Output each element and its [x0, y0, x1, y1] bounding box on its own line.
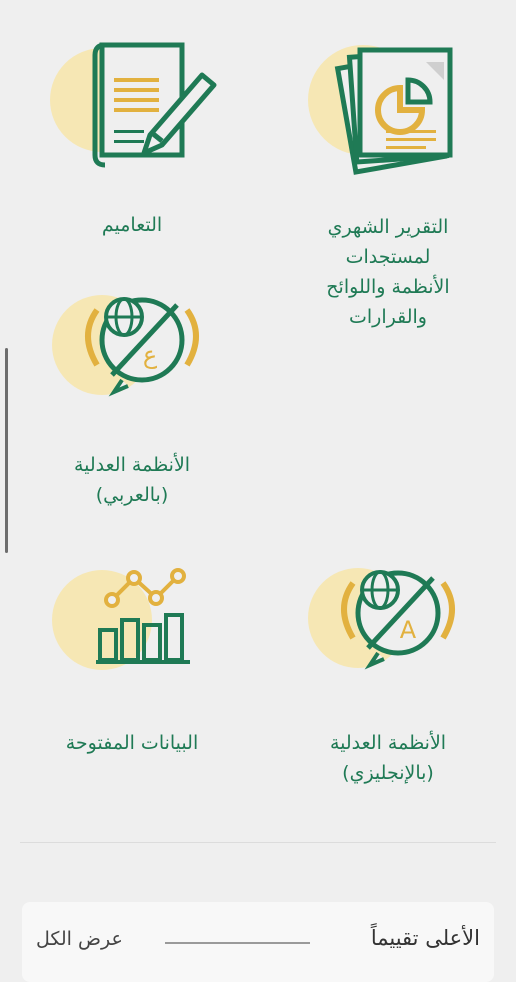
tile-label: الأنظمة العدلية (بالإنجليزي): [329, 732, 447, 784]
globe-translate-english-icon: A: [308, 568, 455, 670]
tile-label: التعاميم: [101, 214, 163, 236]
divider: [20, 842, 496, 843]
section-title: الأعلى تقييماً: [370, 926, 480, 950]
arabic-letter-glyph: ع: [143, 341, 158, 369]
tile-label: التقرير الشهري لمستجدات الأنظمة واللوائح…: [326, 216, 450, 328]
document-pen-icon: [50, 42, 217, 168]
report-pie-icon: [308, 45, 453, 175]
view-all-link[interactable]: عرض الكل: [36, 928, 123, 950]
tile-judicial-arabic[interactable]: ع الأنظمة العدلية (بالعربي): [12, 270, 252, 530]
scrollbar[interactable]: [5, 348, 8, 553]
section-divider: [165, 942, 310, 944]
tile-circulars[interactable]: التعاميم: [12, 0, 252, 260]
bar-chart-icon: [52, 568, 190, 670]
tile-label: الأنظمة العدلية (بالعربي): [73, 454, 191, 506]
tile-open-data[interactable]: البيانات المفتوحة: [12, 540, 252, 770]
tile-judicial-english[interactable]: A الأنظمة العدلية (بالإنجليزي): [268, 540, 508, 810]
globe-translate-arabic-icon: ع: [52, 295, 199, 397]
tile-monthly-report[interactable]: التقرير الشهري لمستجدات الأنظمة واللوائح…: [268, 0, 508, 370]
tile-label: البيانات المفتوحة: [65, 732, 199, 754]
english-letter-glyph: A: [400, 616, 417, 644]
